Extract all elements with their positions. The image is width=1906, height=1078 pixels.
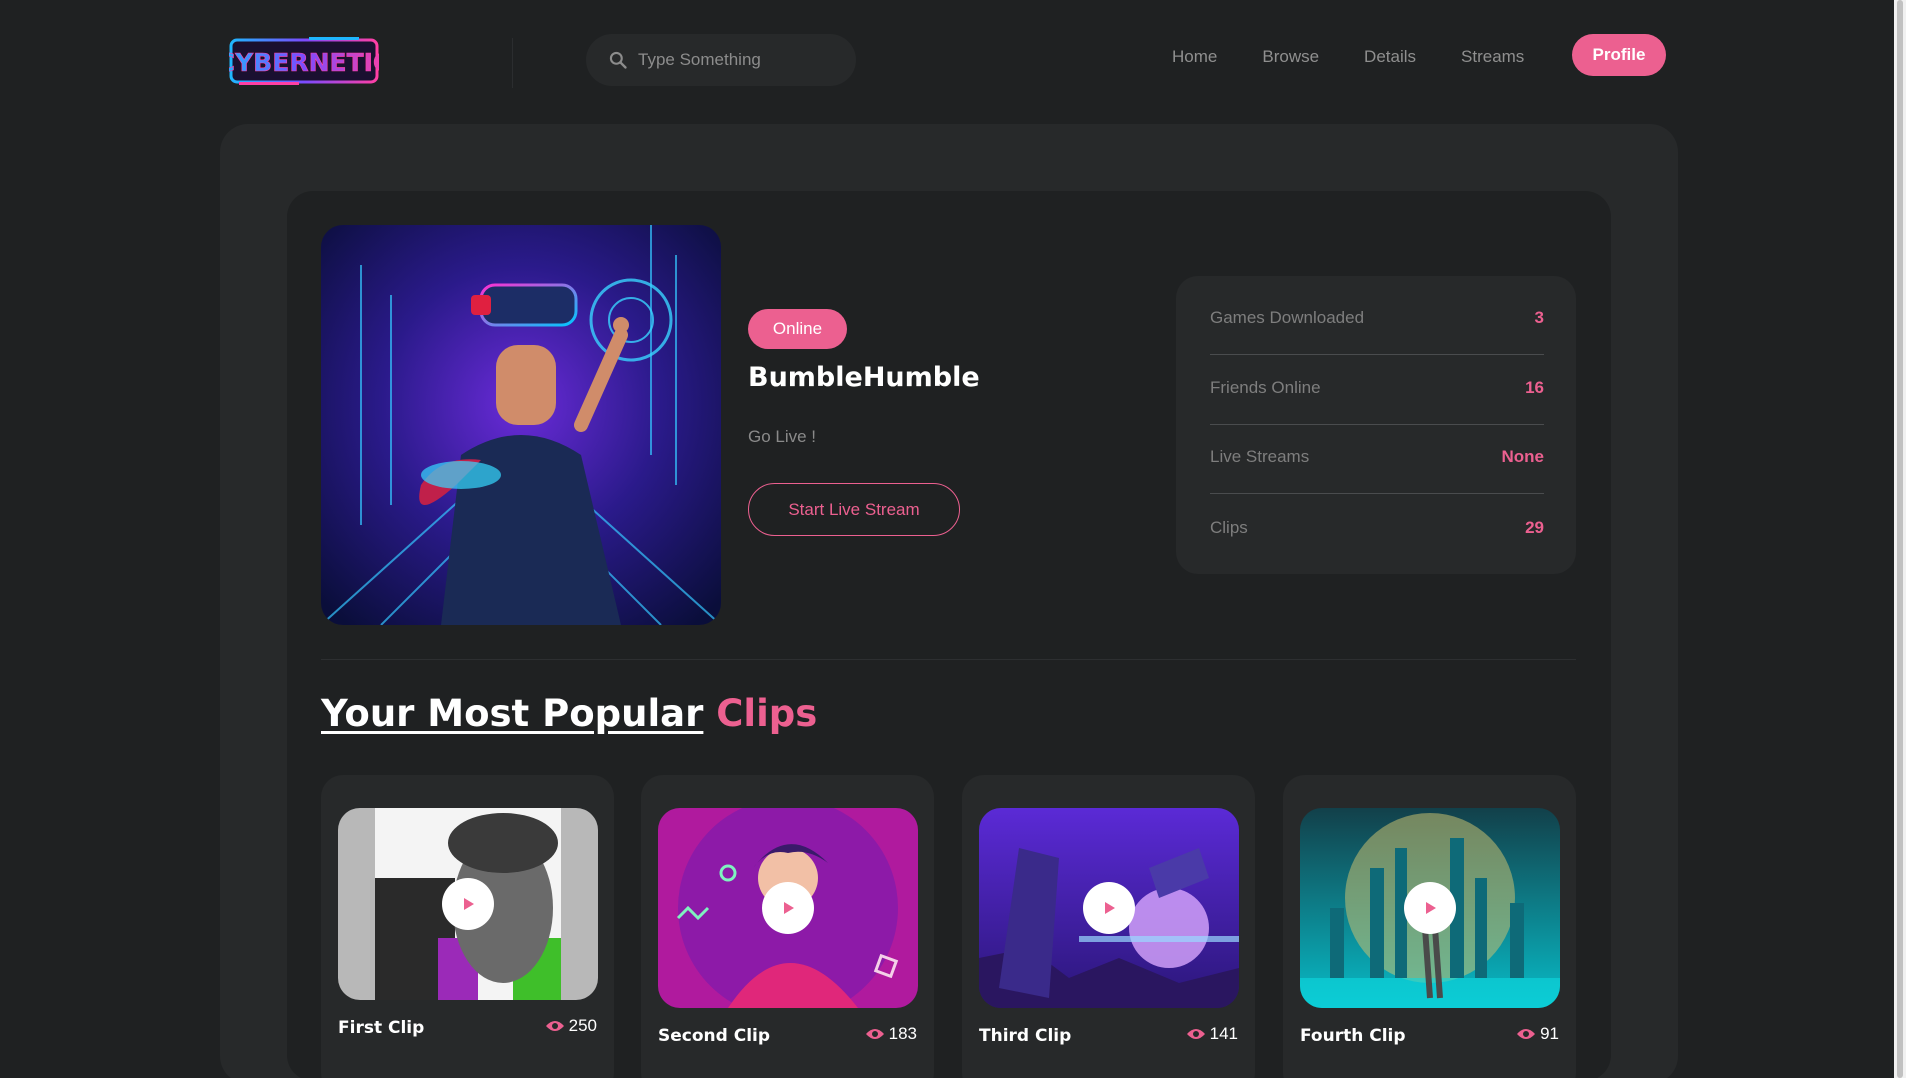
clip-views: 141 [1186, 1024, 1238, 1044]
popular-clips-heading: Your Most Popular Clips [321, 692, 817, 735]
profile-tagline: Go Live ! [748, 427, 817, 446]
stat-label: Live Streams [1210, 447, 1310, 466]
clip-name: Fourth Clip [1300, 1026, 1406, 1046]
clip-thumbnail[interactable] [979, 808, 1239, 1008]
clip-name: Third Clip [979, 1026, 1072, 1046]
play-icon[interactable] [442, 878, 494, 930]
logo-text: CYBERNETIC [229, 48, 379, 77]
nav-streams[interactable]: Streams [1461, 47, 1524, 67]
start-live-stream-button[interactable]: Start Live Stream [748, 483, 960, 536]
clip-views: 183 [865, 1024, 917, 1044]
heading-part-2: Clips [716, 692, 818, 735]
eye-icon [1517, 1029, 1536, 1039]
eye-icon [545, 1021, 564, 1031]
eye-icon [1186, 1029, 1205, 1039]
clip-view-count: 183 [888, 1024, 917, 1043]
search-icon [609, 51, 627, 69]
stat-divider [1210, 493, 1544, 494]
stat-label: Clips [1210, 518, 1248, 537]
clip-view-count: 91 [1540, 1024, 1559, 1043]
stat-value: 16 [1525, 378, 1544, 397]
stats-panel: Games Downloaded 3 Friends Online 16 Liv… [1176, 276, 1576, 574]
clip-card[interactable]: Third Clip 141 [962, 775, 1255, 1078]
stat-divider [1210, 424, 1544, 425]
clip-name: First Clip [338, 1018, 425, 1038]
stat-divider [1210, 354, 1544, 355]
page: CYBERNETIC Home Browse Details Streams P… [0, 0, 1906, 1078]
clip-name: Second Clip [658, 1026, 771, 1046]
clip-views: 91 [1516, 1024, 1559, 1044]
stat-row-live-streams: Live Streams None [1210, 447, 1544, 467]
eye-icon [865, 1029, 884, 1039]
logo-graphic: CYBERNETIC [216, 37, 392, 85]
stat-label: Games Downloaded [1210, 308, 1365, 327]
clip-view-count: 250 [568, 1016, 597, 1035]
profile-button[interactable]: Profile [1572, 34, 1666, 76]
profile-avatar [321, 225, 721, 625]
nav-details[interactable]: Details [1364, 47, 1416, 67]
stat-label: Friends Online [1210, 378, 1321, 397]
username: BumbleHumble [748, 362, 980, 393]
main-nav: Home Browse Details Streams [1172, 47, 1569, 67]
play-icon[interactable] [1404, 882, 1456, 934]
clip-thumbnail[interactable] [1300, 808, 1560, 1008]
status-badge: Online [748, 309, 847, 349]
header-divider [512, 38, 513, 88]
nav-home[interactable]: Home [1172, 47, 1217, 67]
clip-card[interactable]: Fourth Clip 91 [1283, 775, 1576, 1078]
scrollbar-thumb[interactable] [1897, 0, 1903, 1078]
section-divider [321, 659, 1576, 660]
header: CYBERNETIC Home Browse Details Streams P… [0, 0, 1894, 120]
play-icon[interactable] [762, 882, 814, 934]
clip-views: 250 [545, 1016, 597, 1036]
stat-value: 29 [1525, 518, 1544, 537]
clip-thumbnail[interactable] [658, 808, 918, 1008]
stat-row-games-downloaded: Games Downloaded 3 [1210, 308, 1544, 328]
stat-value: None [1501, 447, 1545, 466]
search-input[interactable] [638, 50, 838, 70]
avatar-illustration [321, 225, 721, 625]
play-icon[interactable] [1083, 882, 1135, 934]
clip-thumbnail[interactable] [338, 808, 598, 1000]
search-bar[interactable] [586, 34, 856, 86]
logo[interactable]: CYBERNETIC [216, 36, 392, 88]
stat-row-friends-online: Friends Online 16 [1210, 378, 1544, 398]
stat-row-clips: Clips 29 [1210, 518, 1544, 538]
stat-value: 3 [1534, 308, 1544, 327]
clip-card[interactable]: First Clip 250 [321, 775, 614, 1078]
heading-part-1: Your Most Popular [321, 692, 704, 735]
nav-browse[interactable]: Browse [1262, 47, 1319, 67]
clip-card[interactable]: Second Clip 183 [641, 775, 934, 1078]
clip-view-count: 141 [1209, 1024, 1238, 1043]
page-scrollbar[interactable] [1894, 0, 1906, 1078]
